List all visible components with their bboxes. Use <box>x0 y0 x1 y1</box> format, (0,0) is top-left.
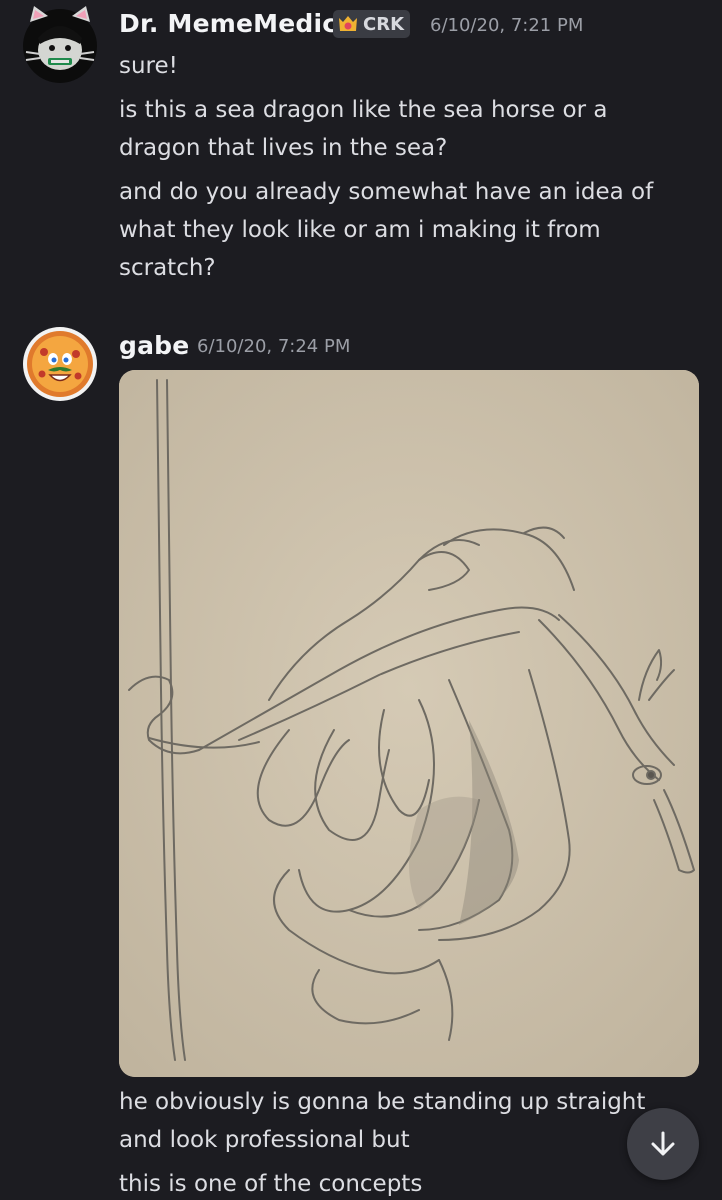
sketch-image <box>119 370 699 1077</box>
username[interactable]: Dr. MemeMedic <box>119 9 337 38</box>
message-timestamp[interactable]: 6/10/20, 7:24 PM <box>197 336 350 357</box>
message-timestamp[interactable]: 6/10/20, 7:21 PM <box>430 15 583 36</box>
avatar-image <box>23 6 97 83</box>
message-text-line: sure! <box>119 53 178 79</box>
message-text-line: and do you already somewhat have an idea… <box>119 179 654 205</box>
message-text-line: and look professional but <box>119 1127 410 1153</box>
message-text-line: dragon that lives in the sea? <box>119 135 448 161</box>
avatar-dr-mememedic[interactable] <box>22 4 98 83</box>
message-text-line: he obviously is gonna be standing up str… <box>119 1089 646 1115</box>
message-text-line: is this a sea dragon like the sea horse … <box>119 97 608 123</box>
message-text-line: scratch? <box>119 255 216 281</box>
username[interactable]: gabe <box>119 331 189 360</box>
avatar-gabe[interactable] <box>22 326 98 402</box>
image-attachment[interactable] <box>119 370 699 1077</box>
role-badge-label: CRK <box>363 13 405 35</box>
jump-to-present-button[interactable] <box>627 1108 699 1180</box>
chat-area: Dr. MemeMedic CRK 6/10/20, 7:21 PM sure!… <box>0 0 722 1200</box>
message-text-line: this is one of the concepts <box>119 1171 423 1197</box>
arrow-down-icon <box>648 1129 678 1159</box>
message-text-line: what they look like or am i making it fr… <box>119 217 601 243</box>
crown-shield-icon <box>337 14 359 34</box>
avatar-image <box>23 327 97 401</box>
role-badge[interactable]: CRK <box>333 10 411 38</box>
